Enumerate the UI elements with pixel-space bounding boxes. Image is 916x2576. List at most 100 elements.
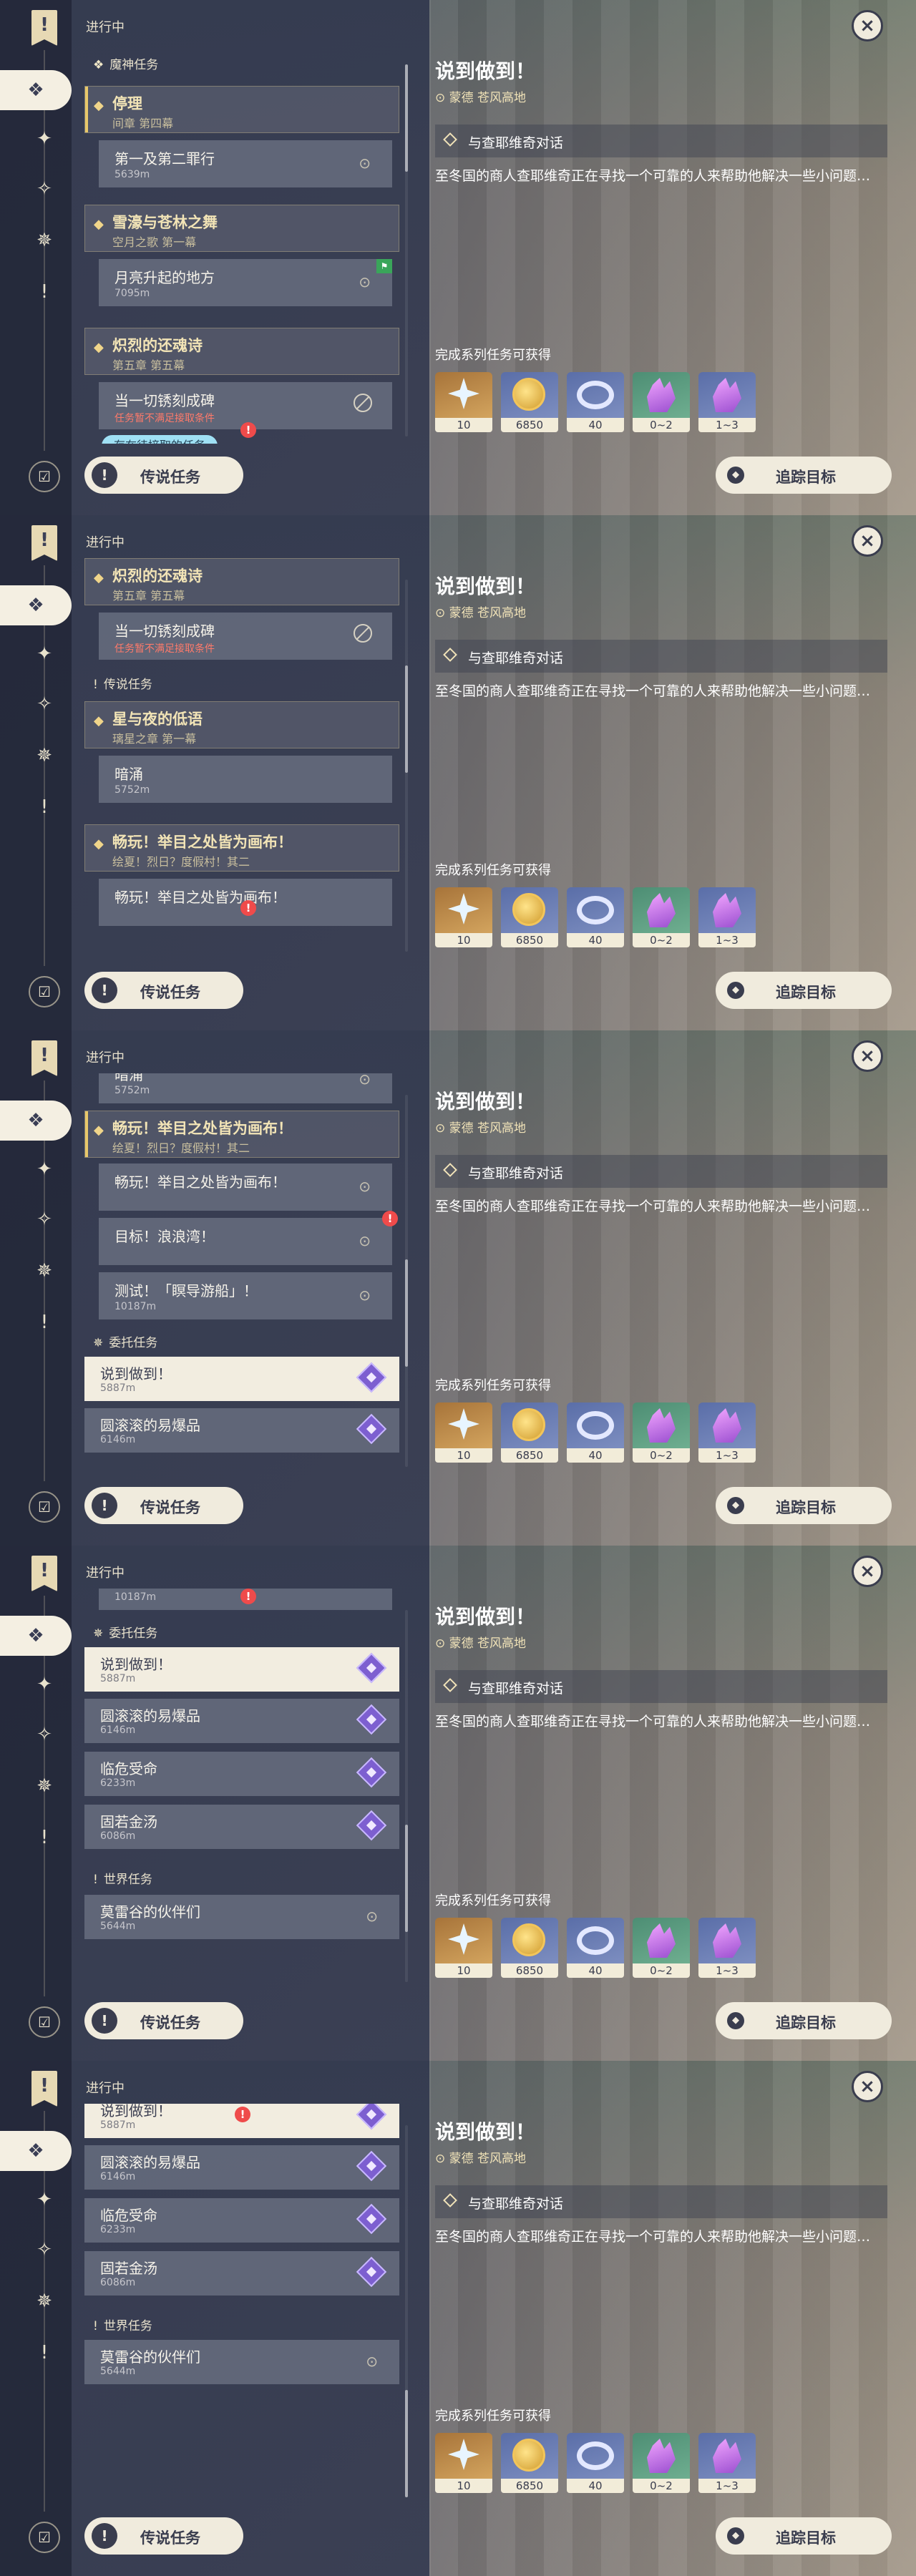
commission-danger[interactable]: 临危受命 6233m — [84, 2198, 399, 2243]
commission-golden[interactable]: 固若金汤 6086m — [84, 1805, 399, 1849]
all-quests-filter-icon[interactable]: ❖ — [0, 2131, 72, 2171]
reward-item[interactable]: 10 — [435, 372, 492, 432]
world-quest-filter-icon[interactable]: ! — [27, 275, 62, 309]
commission-filter-icon[interactable]: ✵ — [27, 1254, 62, 1288]
legend-quests-button[interactable]: ! 传说任务 — [84, 972, 243, 1009]
world-quest-filter-icon[interactable]: ! — [27, 1305, 62, 1340]
quest-list-scrollbar[interactable] — [405, 2125, 408, 2497]
commission-filter-icon[interactable]: ✵ — [27, 738, 62, 773]
commission-filter-icon[interactable]: ✵ — [27, 1769, 62, 1803]
quest-card-star[interactable]: ◆ 星与夜的低语 璃星之章 第一幕 — [84, 701, 399, 748]
reward-item[interactable]: 40 — [567, 1402, 624, 1463]
quest-step-wave[interactable]: 目标！浪浪湾！ ⊙ ! — [99, 1211, 398, 1265]
commission-filter-icon[interactable]: ✵ — [27, 2284, 62, 2318]
close-button[interactable]: × — [852, 1040, 883, 1072]
quest-step-sin[interactable]: 第一及第二罪行 5639m ⊙ — [99, 140, 392, 187]
commission-danger[interactable]: 临危受命 6233m — [84, 1752, 399, 1796]
story-quest-filter-icon[interactable]: ✧ — [27, 2233, 62, 2267]
commission-rolling[interactable]: 圆滚滚的易爆品 6146m — [84, 1408, 399, 1453]
quest-list[interactable]: 测试！「瞑导游船」！ 10187m ! ✵委托任务 说到做到！ 5887m 圆滚… — [84, 1589, 399, 1989]
reward-item[interactable]: 40 — [567, 2433, 624, 2493]
quest-log-settings-icon[interactable]: ☑ — [29, 1491, 60, 1523]
archon-quest-filter-icon[interactable]: ✦ — [27, 637, 62, 671]
reward-item[interactable]: 0~2 — [633, 1918, 690, 1978]
close-button[interactable]: × — [852, 2071, 883, 2102]
commission-rolling[interactable]: 圆滚滚的易爆品 6146m — [84, 1699, 399, 1743]
reward-item[interactable]: 6850 — [501, 1918, 558, 1978]
quest-list-scrollbar[interactable] — [405, 64, 408, 436]
reward-item[interactable]: 6850 — [501, 372, 558, 432]
quest-list-scrollbar[interactable] — [405, 1095, 408, 1467]
reward-item[interactable]: 10 — [435, 2433, 492, 2493]
quest-list[interactable]: 说到做到！ 5887m ! 圆滚滚的易爆品 6146m 临危受命 6233m 固… — [84, 2104, 399, 2504]
reward-item[interactable]: 40 — [567, 887, 624, 947]
quest-log-settings-icon[interactable]: ☑ — [29, 976, 60, 1008]
archon-quest-filter-icon[interactable]: ✦ — [27, 1152, 62, 1186]
close-button[interactable]: × — [852, 10, 883, 42]
commission-say[interactable]: 说到做到！ 5887m — [84, 1357, 399, 1401]
all-quests-filter-icon[interactable]: ❖ — [0, 1616, 72, 1656]
quest-step-moon[interactable]: 月亮升起的地方 7095m ⊙ ⚑ — [99, 259, 392, 306]
quest-list-scrollbar[interactable] — [405, 580, 408, 952]
quest-step-rust[interactable]: 当一切锈刻成碑 任务暂不满足接取条件 — [99, 613, 392, 660]
world-quest-filter-icon[interactable]: ! — [27, 2336, 62, 2370]
reward-item[interactable]: 0~2 — [633, 2433, 690, 2493]
legend-quests-button[interactable]: ! 传说任务 — [84, 2002, 243, 2039]
reward-item[interactable]: 1~3 — [698, 2433, 756, 2493]
legend-quests-button[interactable]: ! 传说任务 — [84, 1487, 243, 1524]
reward-item[interactable]: 10 — [435, 1918, 492, 1978]
reward-item[interactable]: 1~3 — [698, 1918, 756, 1978]
quest-log-settings-icon[interactable]: ☑ — [29, 2522, 60, 2553]
archon-quest-filter-icon[interactable]: ✦ — [27, 122, 62, 156]
reward-item[interactable]: 1~3 — [698, 1402, 756, 1463]
world-quest-filter-icon[interactable]: ! — [27, 790, 62, 824]
quest-step-undercurrent[interactable]: 暗涌 5752m ⊙ — [99, 1073, 392, 1103]
archon-quest-filter-icon[interactable]: ✦ — [27, 2182, 62, 2217]
reward-item[interactable]: 6850 — [501, 2433, 558, 2493]
reward-item[interactable]: 6850 — [501, 1402, 558, 1463]
commission-golden[interactable]: 固若金汤 6086m — [84, 2251, 399, 2296]
track-target-button[interactable]: ◆ 追踪目标 — [716, 1487, 892, 1524]
world-quest-morei[interactable]: 莫雷谷的伙伴们 5644m ⊙ — [84, 1895, 399, 1939]
reward-item[interactable]: 0~2 — [633, 372, 690, 432]
quest-list[interactable]: 暗涌 5752m ⊙ ◆ 畅玩！举目之处皆为画布！ 绘夏！烈日？度假村！其二 畅… — [84, 1073, 399, 1474]
quest-list-scrollbar[interactable] — [405, 1610, 408, 1982]
quest-log-settings-icon[interactable]: ☑ — [29, 461, 60, 492]
quest-card-fun[interactable]: ◆ 畅玩！举目之处皆为画布！ 绘夏！烈日？度假村！其二 — [84, 824, 399, 872]
pending-quests-badge[interactable]: 存在待接取的任务 — [102, 435, 218, 444]
story-quest-filter-icon[interactable]: ✧ — [27, 1717, 62, 1752]
reward-item[interactable]: 1~3 — [698, 372, 756, 432]
reward-item[interactable]: 0~2 — [633, 1402, 690, 1463]
quest-card-blaze[interactable]: ◆ 炽烈的还魂诗 第五章 第五幕 — [84, 558, 399, 605]
reward-item[interactable]: 10 — [435, 887, 492, 947]
reward-item[interactable]: 40 — [567, 372, 624, 432]
commission-say[interactable]: 说到做到！ 5887m ! — [84, 2104, 399, 2138]
story-quest-filter-icon[interactable]: ✧ — [27, 687, 62, 721]
reward-item[interactable]: 10 — [435, 1402, 492, 1463]
reward-item[interactable]: 40 — [567, 1918, 624, 1978]
quest-card-tingli[interactable]: ◆ 停理 间章 第四幕 — [84, 86, 399, 133]
reward-item[interactable]: 0~2 — [633, 887, 690, 947]
reward-item[interactable]: 6850 — [501, 887, 558, 947]
archon-quest-filter-icon[interactable]: ✦ — [27, 1667, 62, 1702]
quest-card-fun[interactable]: ◆ 畅玩！举目之处皆为画布！ 绘夏！烈日？度假村！其二 — [84, 1111, 399, 1158]
close-button[interactable]: × — [852, 1556, 883, 1587]
reward-item[interactable]: 1~3 — [698, 887, 756, 947]
quest-step-undercurrent[interactable]: 暗涌 5752m — [99, 756, 392, 803]
quest-step-boat[interactable]: 测试！「瞑导游船」！ 10187m ! — [99, 1589, 392, 1610]
commission-rolling[interactable]: 圆滚滚的易爆品 6146m — [84, 2145, 399, 2190]
story-quest-filter-icon[interactable]: ✧ — [27, 172, 62, 206]
all-quests-filter-icon[interactable]: ❖ — [0, 585, 72, 625]
quest-card-snow[interactable]: ◆ 雪濠与苍林之舞 空月之歌 第一幕 — [84, 205, 399, 252]
track-target-button[interactable]: ◆ 追踪目标 — [716, 2517, 892, 2555]
all-quests-filter-icon[interactable]: ❖ — [0, 1101, 72, 1141]
quest-list[interactable]: ◆ 炽烈的还魂诗 第五章 第五幕 当一切锈刻成碑 任务暂不满足接取条件 ! 传说任… — [84, 558, 399, 959]
track-target-button[interactable]: ◆ 追踪目标 — [716, 2002, 892, 2039]
track-target-button[interactable]: ◆ 追踪目标 — [716, 972, 892, 1009]
commission-say[interactable]: 说到做到！ 5887m — [84, 1647, 399, 1692]
quest-list[interactable]: ❖ 魔神任务 ◆ 停理 间章 第四幕 第一及第二罪行 5639m ⊙ ◆ 雪濠与苍… — [84, 43, 399, 444]
commission-filter-icon[interactable]: ✵ — [27, 223, 62, 258]
quest-step-fun[interactable]: 畅玩！举目之处皆为画布！ ! — [99, 879, 392, 926]
quest-log-settings-icon[interactable]: ☑ — [29, 2006, 60, 2038]
all-quests-filter-icon[interactable]: ❖ — [0, 70, 72, 110]
